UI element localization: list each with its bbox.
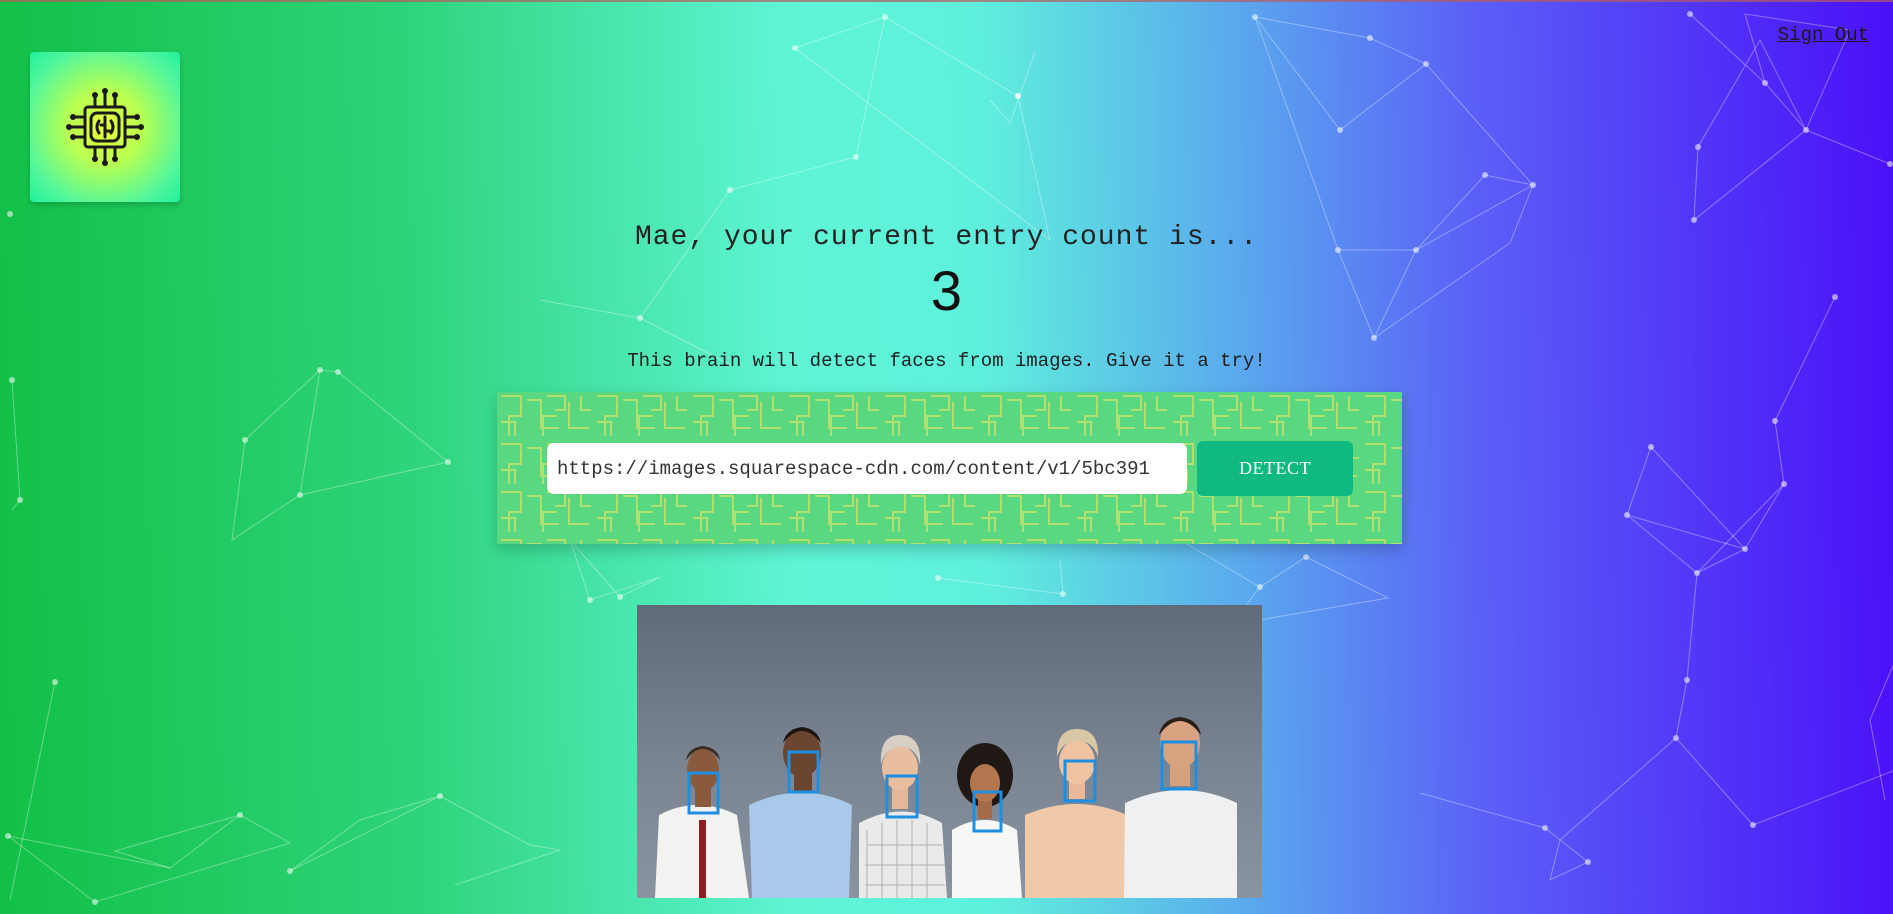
- person-4: [952, 743, 1022, 898]
- entry-count-value: 3: [930, 259, 963, 322]
- entry-count-greeting: Mae, your current entry count is...: [634, 222, 1259, 253]
- image-url-input[interactable]: [547, 443, 1187, 494]
- person-1: [655, 746, 749, 898]
- app-description: This brain will detect faces from images…: [627, 350, 1266, 372]
- group-photo: [655, 717, 1237, 898]
- detected-faces-image: [637, 605, 1262, 898]
- image-url-form: DETECT: [497, 392, 1402, 544]
- logo[interactable]: [30, 52, 180, 202]
- sign-out-link[interactable]: Sign Out: [1778, 24, 1869, 46]
- person-5: [1025, 729, 1127, 898]
- person-6: [1124, 717, 1237, 898]
- brain-chip-icon: [66, 88, 144, 166]
- detect-button[interactable]: DETECT: [1197, 441, 1353, 496]
